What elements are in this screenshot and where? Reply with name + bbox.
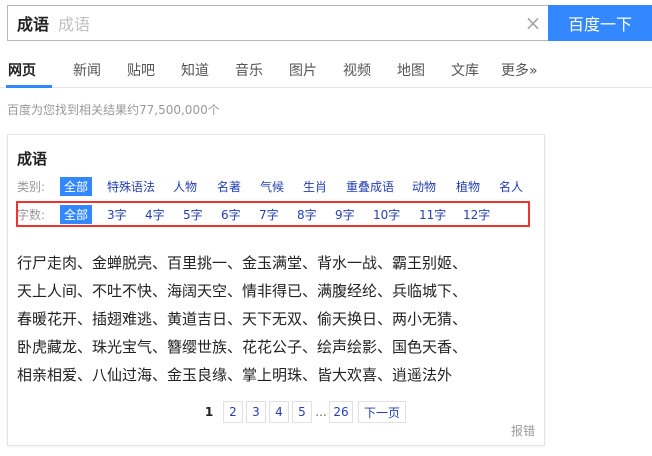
length-6[interactable]: 6字 [221,206,241,223]
tab-web[interactable]: 网页 [8,60,36,80]
active-tab-indicator [6,85,52,88]
page-5[interactable]: 5 [292,401,312,423]
idiom-row[interactable]: 天上人间、不吐不快、海阔天空、情非得已、满腹经纶、兵临城下、 [17,277,537,305]
tab-wenku[interactable]: 文库 [451,60,479,80]
page-4[interactable]: 4 [269,401,289,423]
page-3[interactable]: 3 [246,401,266,423]
idiom-row[interactable]: 卧虎藏龙、珠光宝气、簪缨世族、花花公子、绘声绘影、国色天香、 [17,333,537,361]
category-all[interactable]: 全部 [60,177,93,196]
idiom-card: 成语 类别: 全部 特殊语法 人物 名著 气候 生肖 重叠成语 动物 植物 名人… [7,134,545,446]
idiom-row[interactable]: 行尸走肉、金蝉脱壳、百里挑一、金玉满堂、背水一战、霸王别姬、 [17,249,537,277]
tab-map[interactable]: 地图 [397,60,425,80]
category-plants[interactable]: 植物 [456,178,480,195]
clear-icon[interactable]: × [518,6,548,40]
search-query-text[interactable]: 成语 [17,11,49,35]
page-2[interactable]: 2 [223,401,243,423]
page-current: 1 [204,405,214,419]
next-page-button[interactable]: 下一页 [358,401,406,423]
category-reduplicated[interactable]: 重叠成语 [346,178,394,195]
tab-zhidao[interactable]: 知道 [181,60,209,80]
search-suggestion-hint: 成语 [58,15,91,34]
length-8[interactable]: 8字 [297,206,317,223]
tab-music[interactable]: 音乐 [235,60,263,80]
length-10[interactable]: 10字 [373,206,400,223]
idiom-row[interactable]: 相亲相爱、八仙过海、金玉良缘、掌上明珠、皆大欢喜、逍遥法外 [17,361,537,389]
card-title[interactable]: 成语 [17,148,47,169]
length-4[interactable]: 4字 [145,206,165,223]
tab-tieba[interactable]: 贴吧 [127,60,155,80]
category-climate[interactable]: 气候 [260,178,284,195]
length-5[interactable]: 5字 [183,206,203,223]
search-input[interactable]: 成语 成语 × [7,5,548,41]
length-12[interactable]: 12字 [463,206,490,223]
page-ellipsis: ... [315,405,327,419]
category-animals[interactable]: 动物 [412,178,436,195]
tab-images[interactable]: 图片 [289,60,317,80]
idiom-list: 行尸走肉、金蝉脱壳、百里挑一、金玉满堂、背水一战、霸王别姬、 天上人间、不吐不快… [17,249,537,389]
tab-more[interactable]: 更多» [501,60,538,80]
length-11[interactable]: 11字 [419,206,446,223]
length-3[interactable]: 3字 [107,206,127,223]
result-count: 百度为您找到相关结果约77,500,000个 [7,103,220,117]
length-all[interactable]: 全部 [60,205,93,224]
search-bar: 成语 成语 × 百度一下 [7,5,652,41]
page-26[interactable]: 26 [329,401,353,423]
category-celebrities[interactable]: 名人 [499,178,523,195]
category-label: 类别: [17,180,46,194]
category-special-grammar[interactable]: 特殊语法 [107,178,155,195]
idiom-row[interactable]: 春暖花开、插翅难逃、黄道吉日、天下无双、偷天换日、两小无猜、 [17,305,537,333]
search-tabs: 网页 新闻 贴吧 知道 音乐 图片 视频 地图 文库 更多» [0,52,652,88]
search-button[interactable]: 百度一下 [548,5,652,41]
category-people[interactable]: 人物 [173,178,197,195]
tab-news[interactable]: 新闻 [73,60,101,80]
length-label: 字数: [17,208,46,222]
report-error-link[interactable]: 报错 [511,422,535,439]
length-9[interactable]: 9字 [335,206,355,223]
tab-video[interactable]: 视频 [343,60,371,80]
category-classics[interactable]: 名著 [217,178,241,195]
category-zodiac[interactable]: 生肖 [303,178,327,195]
length-7[interactable]: 7字 [259,206,279,223]
